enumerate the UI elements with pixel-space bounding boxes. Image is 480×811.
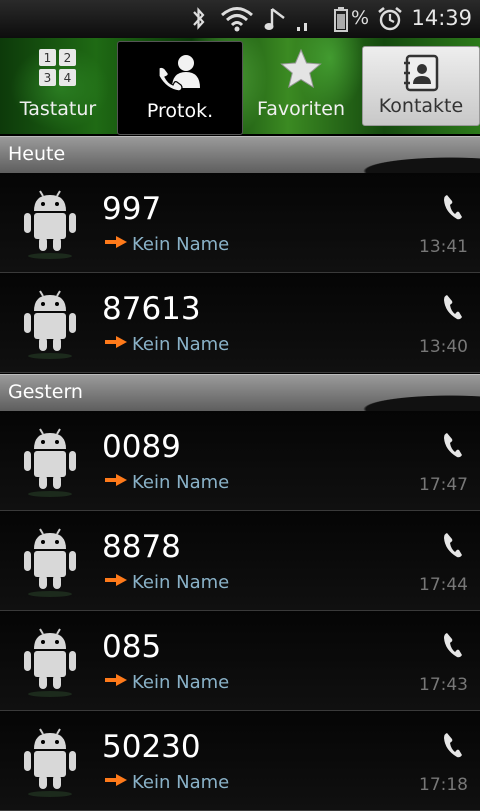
phone-call-icon[interactable]: [442, 193, 464, 221]
call-contact-name: Kein Name: [132, 572, 230, 593]
header-swoosh: [330, 375, 480, 411]
dialpad-key: 1: [44, 51, 52, 65]
call-contact-name: Kein Name: [132, 472, 230, 493]
tab-protok[interactable]: Protok.: [117, 41, 243, 135]
contacts-icon: [404, 54, 439, 92]
tab-label: Tastatur: [19, 98, 97, 120]
phone-call-icon[interactable]: [442, 731, 464, 759]
section-header-heute: Heute: [0, 136, 480, 174]
call-contact-name: Kein Name: [132, 334, 230, 355]
tab-label: Kontakte: [378, 95, 464, 117]
call-log-icon: [158, 55, 200, 92]
call-number: 997: [102, 191, 162, 227]
battery-icon: [334, 7, 348, 32]
outgoing-call-arrow-icon: [105, 336, 127, 348]
dialpad-key: 3: [44, 71, 52, 85]
status-bar: % 14:39: [0, 0, 480, 38]
phone-call-icon[interactable]: [442, 531, 464, 559]
call-time: 17:47: [419, 475, 468, 495]
android-avatar-icon: [24, 190, 76, 259]
call-log-row[interactable]: 87613 Kein Name 13:40: [0, 273, 480, 373]
outgoing-call-arrow-icon: [105, 236, 127, 248]
call-time: 17:44: [419, 575, 468, 595]
android-avatar-icon: [24, 628, 76, 697]
header-swoosh: [330, 137, 480, 173]
tab-label: Favoriten: [257, 98, 345, 120]
wifi-icon: [221, 7, 253, 32]
section-header-gestern: Gestern: [0, 374, 480, 412]
tab-tastatur[interactable]: 1 2 3 4 Tastatur: [0, 38, 116, 134]
section-header-label: Gestern: [8, 381, 83, 403]
android-avatar-icon: [24, 290, 76, 359]
call-number: 87613: [102, 291, 201, 327]
tab-favoriten[interactable]: Favoriten: [243, 38, 359, 134]
phone-call-icon[interactable]: [442, 293, 464, 321]
call-number: 0089: [102, 429, 181, 465]
call-log-row[interactable]: 0089 Kein Name 17:47: [0, 411, 480, 511]
status-clock: 14:39: [411, 6, 472, 30]
dialpad-key: 4: [64, 71, 72, 85]
tab-label: Protok.: [146, 100, 214, 122]
call-number: 085: [102, 629, 162, 665]
android-avatar-icon: [24, 728, 76, 797]
phone-call-icon[interactable]: [442, 631, 464, 659]
tab-kontakte[interactable]: Kontakte: [362, 46, 480, 126]
call-log-row[interactable]: 997 Kein Name 13:41: [0, 173, 480, 273]
android-avatar-icon: [24, 528, 76, 597]
alarm-icon: [378, 6, 402, 31]
signal-icon: [297, 23, 307, 31]
call-contact-name: Kein Name: [132, 234, 230, 255]
call-log-row[interactable]: 8878 Kein Name 17:44: [0, 511, 480, 611]
music-note-icon: [264, 8, 285, 30]
section-header-label: Heute: [8, 143, 66, 165]
call-number: 50230: [102, 729, 201, 765]
phone-call-icon[interactable]: [442, 431, 464, 459]
android-avatar-icon: [24, 428, 76, 497]
outgoing-call-arrow-icon: [105, 674, 127, 686]
call-time: 13:40: [419, 337, 468, 357]
call-number: 8878: [102, 529, 181, 565]
outgoing-call-arrow-icon: [105, 774, 127, 786]
call-contact-name: Kein Name: [132, 672, 230, 693]
call-time: 17:43: [419, 675, 468, 695]
call-log-row[interactable]: 085 Kein Name 17:43: [0, 611, 480, 711]
call-time: 13:41: [419, 237, 468, 257]
dialpad-key: 2: [64, 51, 72, 65]
dialpad-icon: 1 2 3 4: [39, 49, 76, 86]
tab-bar: 1 2 3 4 Tastatur Protok. Favoriten Konta…: [0, 38, 480, 135]
call-time: 17:18: [419, 775, 468, 795]
outgoing-call-arrow-icon: [105, 574, 127, 586]
star-icon: [280, 48, 322, 89]
battery-percent: %: [351, 7, 370, 29]
bluetooth-icon: [193, 7, 205, 30]
outgoing-call-arrow-icon: [105, 474, 127, 486]
call-contact-name: Kein Name: [132, 772, 230, 793]
call-log-row[interactable]: 50230 Kein Name 17:18: [0, 711, 480, 811]
